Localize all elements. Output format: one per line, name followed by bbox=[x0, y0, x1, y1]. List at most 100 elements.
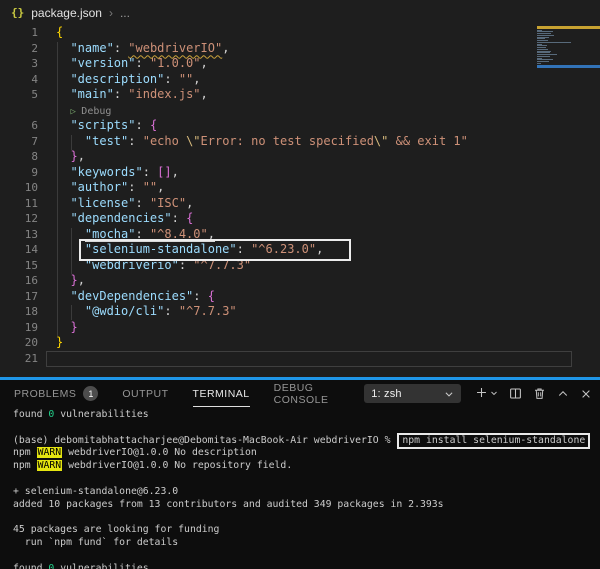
line-number: 16 bbox=[24, 274, 38, 287]
code-line[interactable]: 6 "scripts": { bbox=[0, 118, 600, 134]
tab-debug-console-label: DEBUG CONSOLE bbox=[273, 381, 329, 406]
code-line-content: }, bbox=[70, 273, 85, 287]
split-terminal-icon[interactable] bbox=[509, 387, 522, 400]
code-line-content: "name": "webdriverIO", bbox=[70, 40, 230, 55]
code-line-content: }, bbox=[70, 149, 85, 163]
indent-guide bbox=[57, 42, 58, 336]
tab-debug-console[interactable]: DEBUG CONSOLE bbox=[274, 382, 341, 406]
terminal-line: + selenium-standalone@6.23.0 bbox=[13, 485, 179, 497]
code-line-content: "main": "index.js", bbox=[70, 87, 208, 101]
chevron-up-icon[interactable] bbox=[557, 388, 569, 400]
indent-guide bbox=[71, 228, 72, 274]
tab-terminal-label: TERMINAL bbox=[192, 387, 250, 400]
terminal-line: found 0 vulnerabilities bbox=[13, 562, 149, 569]
panel-header: PROBLEMS 1 OUTPUT TERMINAL DEBUG CONSOLE… bbox=[0, 380, 600, 407]
code-line[interactable]: 8 }, bbox=[0, 149, 600, 165]
chevron-down-small-icon bbox=[490, 388, 498, 400]
tab-output[interactable]: OUTPUT bbox=[122, 388, 168, 400]
code-line[interactable]: 18 "@wdio/cli": "^7.7.3" bbox=[0, 304, 600, 320]
terminal-line: npm WARN webdriverIO@1.0.0 No repository… bbox=[13, 460, 293, 472]
line-number: 12 bbox=[24, 212, 38, 225]
terminal-line: 45 packages are looking for funding bbox=[13, 524, 220, 536]
code-line-content bbox=[38, 351, 56, 367]
code-line[interactable]: 11 "license": "ISC", bbox=[0, 196, 600, 212]
trash-icon[interactable] bbox=[533, 387, 546, 400]
bottom-panel: PROBLEMS 1 OUTPUT TERMINAL DEBUG CONSOLE… bbox=[0, 377, 600, 569]
line-number: 15 bbox=[24, 258, 38, 272]
code-line[interactable]: 3 "version": "1.0.0", bbox=[0, 56, 600, 72]
breadcrumb[interactable]: {} package.json › ... bbox=[0, 0, 600, 25]
line-number: 2 bbox=[31, 41, 38, 55]
line-number: 4 bbox=[31, 72, 38, 86]
code-line[interactable]: 1{ bbox=[0, 25, 600, 41]
json-file-icon: {} bbox=[11, 6, 25, 19]
close-icon[interactable] bbox=[580, 388, 592, 400]
code-line[interactable]: 21 bbox=[0, 351, 600, 367]
terminal-shell-dropdown[interactable]: 1: zsh bbox=[364, 384, 461, 403]
code-line-content: } bbox=[56, 335, 64, 349]
code-line[interactable]: 20} bbox=[0, 335, 600, 351]
minimap-code-line bbox=[537, 41, 571, 43]
minimap-code-line bbox=[537, 62, 541, 64]
line-number: 10 bbox=[24, 181, 38, 194]
code-line[interactable]: 5 "main": "index.js", bbox=[0, 87, 600, 103]
code-line-content: "@wdio/cli": "^7.7.3" bbox=[84, 304, 237, 318]
line-number: 5 bbox=[31, 88, 38, 101]
terminal-output[interactable]: found 0 vulnerabilities (base) debomitabh… bbox=[13, 409, 600, 569]
line-number: 7 bbox=[31, 134, 38, 148]
code-line-content: "description": "", bbox=[70, 71, 201, 86]
tab-output-label: OUTPUT bbox=[122, 387, 169, 400]
code-line[interactable]: 4 "description": "", bbox=[0, 72, 600, 88]
line-number: 11 bbox=[24, 196, 38, 210]
code-line[interactable]: 15 "webdriverio": "^7.7.3" bbox=[0, 258, 600, 274]
annotation-box-npm-install-command: npm install selenium-standalone bbox=[397, 432, 591, 449]
code-line[interactable]: 10 "author": "", bbox=[0, 180, 600, 196]
minimap[interactable] bbox=[537, 26, 600, 68]
line-number: 6 bbox=[31, 119, 38, 132]
tab-terminal[interactable]: TERMINAL bbox=[192, 387, 250, 407]
line-number: 17 bbox=[24, 289, 38, 303]
problems-count-badge: 1 bbox=[83, 386, 99, 401]
code-line-content: "version": "1.0.0", bbox=[70, 56, 208, 70]
breadcrumb-more[interactable]: ... bbox=[120, 6, 130, 20]
tab-problems[interactable]: PROBLEMS 1 bbox=[14, 386, 99, 401]
breadcrumb-filename[interactable]: package.json bbox=[31, 6, 102, 20]
code-line[interactable]: 14 "selenium-standalone": "^6.23.0", bbox=[0, 242, 600, 258]
minimap-highlight-blue bbox=[537, 65, 600, 68]
line-number: 21 bbox=[24, 351, 38, 365]
code-line[interactable]: 12 "dependencies": { bbox=[0, 211, 600, 227]
code-line-content: ▷ Debug bbox=[70, 105, 112, 117]
line-number: 18 bbox=[24, 305, 38, 318]
code-line-content: "dependencies": { bbox=[70, 211, 194, 225]
indent-guide bbox=[71, 305, 72, 320]
terminal-line: npm WARN webdriverIO@1.0.0 No descriptio… bbox=[13, 447, 257, 459]
code-line[interactable]: 2 "name": "webdriverIO", bbox=[0, 41, 600, 57]
breadcrumb-separator-icon: › bbox=[108, 5, 113, 20]
code-editor[interactable]: 1{2 "name": "webdriverIO", 3 "version": "… bbox=[0, 25, 600, 366]
terminal-line: added 10 packages from 13 contributors a… bbox=[13, 498, 444, 510]
terminal-shell-dropdown-value: 1: zsh bbox=[371, 387, 402, 400]
chevron-down-icon bbox=[444, 389, 454, 399]
code-line-content: "license": "ISC", bbox=[70, 195, 194, 210]
code-line[interactable]: 13 "mocha": "^8.4.0", bbox=[0, 226, 600, 243]
code-line[interactable]: 17 "devDependencies": { bbox=[0, 289, 600, 305]
code-line-content: "webdriverio": "^7.7.3" bbox=[84, 257, 252, 272]
code-line[interactable]: 7 "test": "echo \"Error: no test specifi… bbox=[0, 134, 600, 150]
code-line[interactable]: 19 } bbox=[0, 320, 600, 336]
codelens-debug[interactable]: ▷ Debug bbox=[0, 103, 600, 119]
code-line-content: "scripts": { bbox=[70, 118, 158, 132]
line-number bbox=[10, 103, 38, 119]
new-terminal-button[interactable] bbox=[475, 386, 498, 402]
tab-problems-label: PROBLEMS bbox=[14, 387, 77, 400]
minimap-highlight-yellow bbox=[537, 26, 600, 29]
code-line[interactable]: 9 "keywords": [], bbox=[0, 165, 600, 181]
plus-icon bbox=[475, 386, 488, 402]
code-line[interactable]: 16 }, bbox=[0, 273, 600, 289]
line-number: 19 bbox=[24, 320, 38, 334]
line-number: 20 bbox=[24, 336, 38, 349]
code-line-content: "test": "echo \"Error: no test specified… bbox=[84, 133, 468, 148]
indent-guide bbox=[71, 135, 72, 150]
